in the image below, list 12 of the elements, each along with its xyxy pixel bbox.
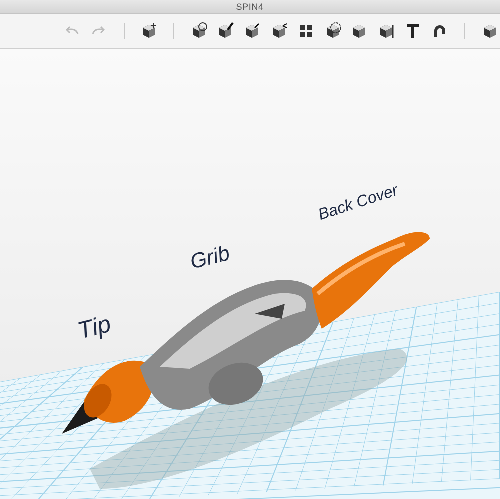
model-label: Grib	[188, 242, 232, 275]
cube-pen-icon	[216, 22, 234, 40]
model-label: Tip	[75, 310, 114, 346]
grid-squares-icon	[298, 24, 313, 38]
window-title: SPIN4	[236, 2, 264, 12]
cube-ruler-icon	[377, 22, 396, 40]
cube-arrows-icon	[270, 22, 288, 40]
undo-icon	[65, 26, 80, 36]
redo-icon	[92, 26, 106, 36]
model-label: Back Cover	[316, 182, 401, 225]
cube-pencil-icon	[243, 22, 262, 40]
letter-t-icon	[406, 23, 420, 39]
